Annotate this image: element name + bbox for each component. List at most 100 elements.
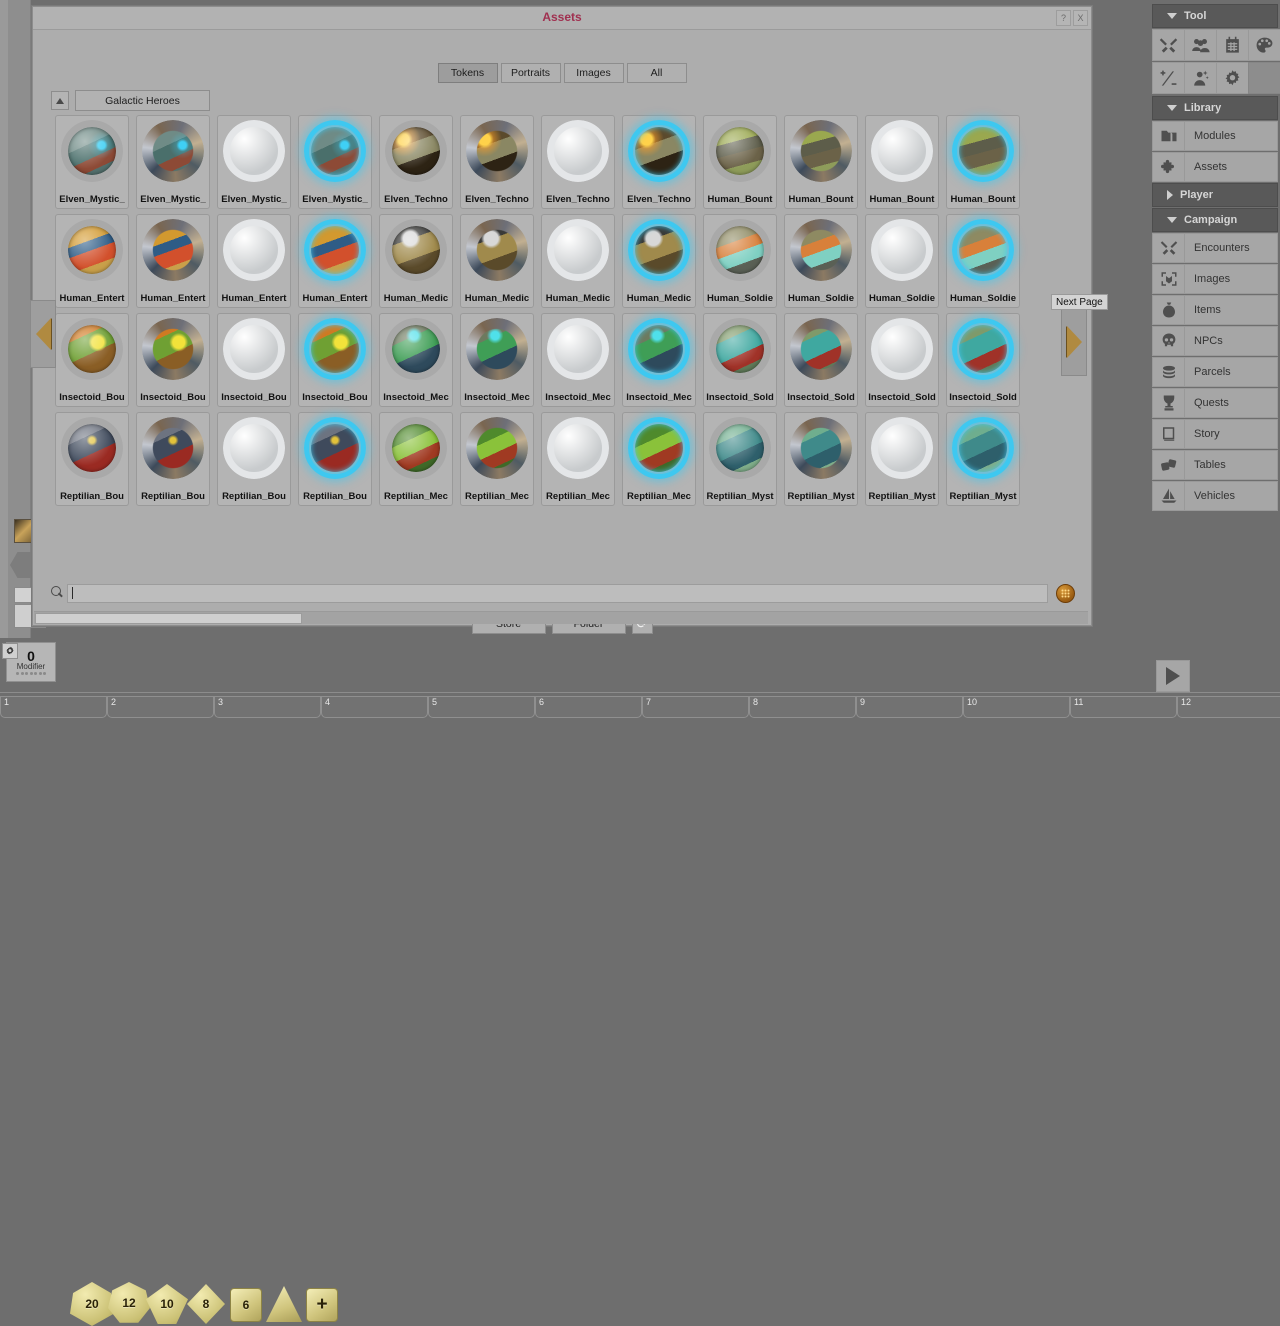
page-tab-10[interactable]: 10 [963,696,1070,718]
asset-tile[interactable]: Human_Entert [298,214,372,308]
asset-tile[interactable]: Reptilian_Bou [136,412,210,506]
asset-tile[interactable]: Insectoid_Mec [379,313,453,407]
filter-tab-portraits[interactable]: Portraits [500,63,561,83]
asset-tile[interactable]: Insectoid_Bou [298,313,372,407]
folder-up-button[interactable] [51,91,69,110]
sidebar-item-story[interactable]: Story [1152,419,1278,449]
asset-tile[interactable]: Insectoid_Sold [703,313,777,407]
asset-tile[interactable]: Insectoid_Bou [136,313,210,407]
sidebar-item-tables[interactable]: Tables [1152,450,1278,480]
page-tab-1[interactable]: 1 [0,696,107,718]
tool-palette-button[interactable] [1248,29,1280,61]
asset-tile[interactable]: Insectoid_Mec [541,313,615,407]
asset-tile[interactable]: Human_Medic [541,214,615,308]
asset-tile[interactable]: Elven_Mystic_ [217,115,291,209]
section-header-campaign[interactable]: Campaign [1152,208,1278,232]
play-button[interactable] [1156,660,1190,692]
asset-tile[interactable]: Reptilian_Bou [55,412,129,506]
dice-settings-button[interactable] [2,643,18,659]
search-input[interactable] [67,583,1048,603]
asset-tile[interactable]: Reptilian_Myst [784,412,858,506]
asset-tile[interactable]: Elven_Mystic_ [136,115,210,209]
close-button[interactable]: X [1073,10,1088,26]
asset-tile[interactable]: Reptilian_Mec [460,412,534,506]
asset-tile[interactable]: Elven_Mystic_ [298,115,372,209]
die-d6-button[interactable]: 6 [230,1288,262,1322]
tool-calendar-button[interactable] [1216,29,1249,61]
page-tab-9[interactable]: 9 [856,696,963,718]
asset-tile[interactable]: Elven_Mystic_ [55,115,129,209]
asset-tile[interactable]: Reptilian_Mec [541,412,615,506]
asset-tile[interactable]: Human_Entert [217,214,291,308]
page-tab-7[interactable]: 7 [642,696,749,718]
scrollbar-thumb[interactable] [35,613,302,624]
asset-tile[interactable]: Human_Bount [784,115,858,209]
asset-tile[interactable]: Reptilian_Mec [379,412,453,506]
page-tab-2[interactable]: 2 [107,696,214,718]
asset-tile[interactable]: Human_Medic [460,214,534,308]
sidebar-item-parcels[interactable]: Parcels [1152,357,1278,387]
sidebar-item-quests[interactable]: Quests [1152,388,1278,418]
section-header-player[interactable]: Player [1152,183,1278,207]
sidebar-item-items[interactable]: Items [1152,295,1278,325]
filter-tab-images[interactable]: Images [563,63,624,83]
asset-tile[interactable]: Insectoid_Mec [622,313,696,407]
help-button[interactable]: ? [1056,10,1071,26]
asset-tile[interactable]: Human_Bount [703,115,777,209]
asset-tile[interactable]: Reptilian_Myst [703,412,777,506]
tool-sparkle-person-button[interactable] [1184,62,1217,94]
asset-tile[interactable]: Human_Medic [379,214,453,308]
asset-tile[interactable]: Elven_Techno [460,115,534,209]
page-tab-8[interactable]: 8 [749,696,856,718]
asset-tile[interactable]: Reptilian_Mec [622,412,696,506]
die-d4-button[interactable] [266,1286,302,1322]
tool-plus-minus-button[interactable] [1152,62,1185,94]
asset-tile[interactable]: Human_Entert [136,214,210,308]
section-header-library[interactable]: Library [1152,96,1278,120]
dialog-titlebar[interactable]: Assets ? X [33,7,1091,30]
asset-tile[interactable]: Insectoid_Sold [784,313,858,407]
tool-group-button[interactable] [1184,29,1217,61]
asset-tile[interactable]: Elven_Techno [541,115,615,209]
asset-tile[interactable]: Human_Soldie [946,214,1020,308]
page-tab-12[interactable]: 12 [1177,696,1280,718]
page-tab-6[interactable]: 6 [535,696,642,718]
sidebar-item-images[interactable]: Images [1152,264,1278,294]
add-die-button[interactable]: + [306,1288,338,1322]
asset-tile[interactable]: Reptilian_Bou [217,412,291,506]
page-tab-3[interactable]: 3 [214,696,321,718]
sidebar-item-modules[interactable]: Modules [1152,121,1278,151]
asset-tile[interactable]: Human_Bount [946,115,1020,209]
page-tab-5[interactable]: 5 [428,696,535,718]
asset-tile[interactable]: Elven_Techno [622,115,696,209]
asset-tile[interactable]: Reptilian_Myst [946,412,1020,506]
random-asset-button[interactable] [1056,583,1075,603]
asset-tile[interactable]: Human_Bount [865,115,939,209]
tool-crossed-swords-button[interactable] [1152,29,1185,61]
dialog-horizontal-scrollbar[interactable] [34,611,1088,624]
prev-page-button[interactable] [30,300,56,368]
asset-tile[interactable]: Insectoid_Sold [865,313,939,407]
sidebar-item-vehicles[interactable]: Vehicles [1152,481,1278,511]
die-d20-button[interactable]: 20 [70,1282,114,1326]
die-d8-button[interactable]: 8 [187,1284,225,1324]
asset-tile[interactable]: Human_Soldie [784,214,858,308]
page-tab-4[interactable]: 4 [321,696,428,718]
asset-tile[interactable]: Reptilian_Myst [865,412,939,506]
sidebar-item-npcs[interactable]: NPCs [1152,326,1278,356]
die-d10-button[interactable]: 10 [146,1284,188,1324]
asset-tile[interactable]: Insectoid_Sold [946,313,1020,407]
page-tab-11[interactable]: 11 [1070,696,1177,718]
section-header-tool[interactable]: Tool [1152,4,1278,28]
asset-tile[interactable]: Elven_Techno [379,115,453,209]
asset-tile[interactable]: Insectoid_Bou [217,313,291,407]
die-d12-button[interactable]: 12 [108,1282,150,1323]
next-page-button[interactable] [1061,308,1087,376]
asset-tile[interactable]: Insectoid_Bou [55,313,129,407]
filter-tab-tokens[interactable]: Tokens [437,63,498,83]
filter-tab-all[interactable]: All [626,63,687,83]
sidebar-item-assets[interactable]: Assets [1152,152,1278,182]
asset-tile[interactable]: Reptilian_Bou [298,412,372,506]
asset-tile[interactable]: Insectoid_Mec [460,313,534,407]
current-folder-name[interactable]: Galactic Heroes [75,90,210,111]
